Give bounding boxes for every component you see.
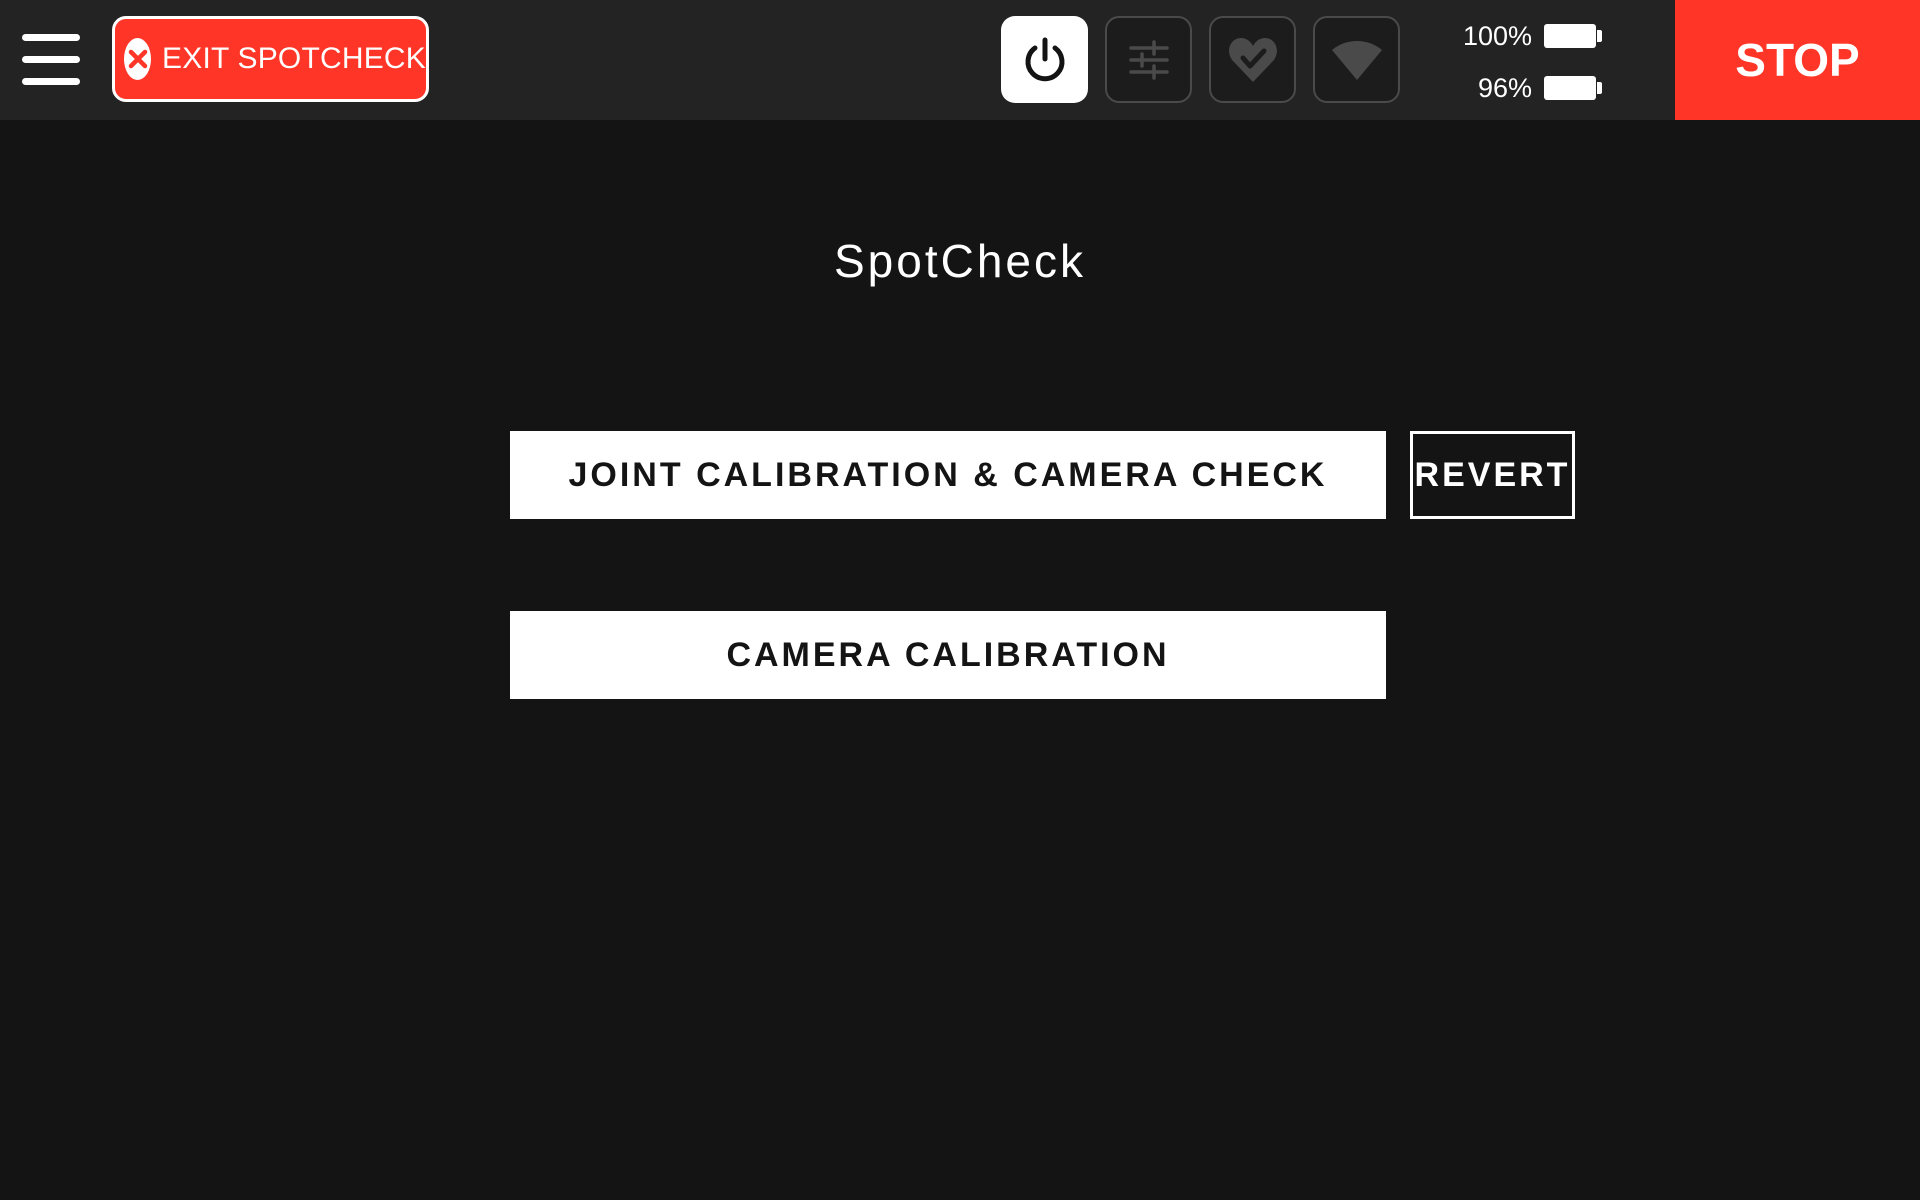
battery-1: 100%	[1442, 20, 1602, 52]
health-status-button[interactable]	[1209, 16, 1296, 103]
power-icon	[1025, 37, 1064, 81]
heart-check-icon	[1228, 37, 1277, 82]
top-bar: EXIT SPOTCHECK 100% 96% STOP	[0, 0, 1920, 120]
exit-spotcheck-button[interactable]: EXIT SPOTCHECK	[112, 16, 429, 102]
power-status-button[interactable]	[1001, 16, 1088, 103]
settings-status-button[interactable]	[1105, 16, 1192, 103]
page-title: SpotCheck	[833, 235, 1086, 287]
battery-icon	[1544, 24, 1602, 48]
battery-1-percent: 100%	[1462, 20, 1532, 51]
battery-2: 96%	[1442, 72, 1602, 104]
exit-spotcheck-label: EXIT SPOTCHECK	[162, 42, 426, 75]
camera-calibration-button[interactable]: CAMERA CALIBRATION	[510, 611, 1386, 699]
close-circle-icon	[124, 38, 152, 80]
wifi-icon	[1331, 40, 1382, 80]
revert-button[interactable]: REVERT	[1410, 431, 1575, 519]
battery-icon	[1544, 76, 1602, 100]
battery-2-percent: 96%	[1477, 72, 1532, 103]
sliders-icon	[1128, 39, 1169, 80]
joint-calibration-camera-check-button[interactable]: JOINT CALIBRATION & CAMERA CHECK	[510, 431, 1386, 519]
wifi-status-button[interactable]	[1313, 16, 1400, 103]
hamburger-menu-icon[interactable]	[18, 30, 84, 90]
stop-button[interactable]: STOP	[1675, 0, 1920, 120]
